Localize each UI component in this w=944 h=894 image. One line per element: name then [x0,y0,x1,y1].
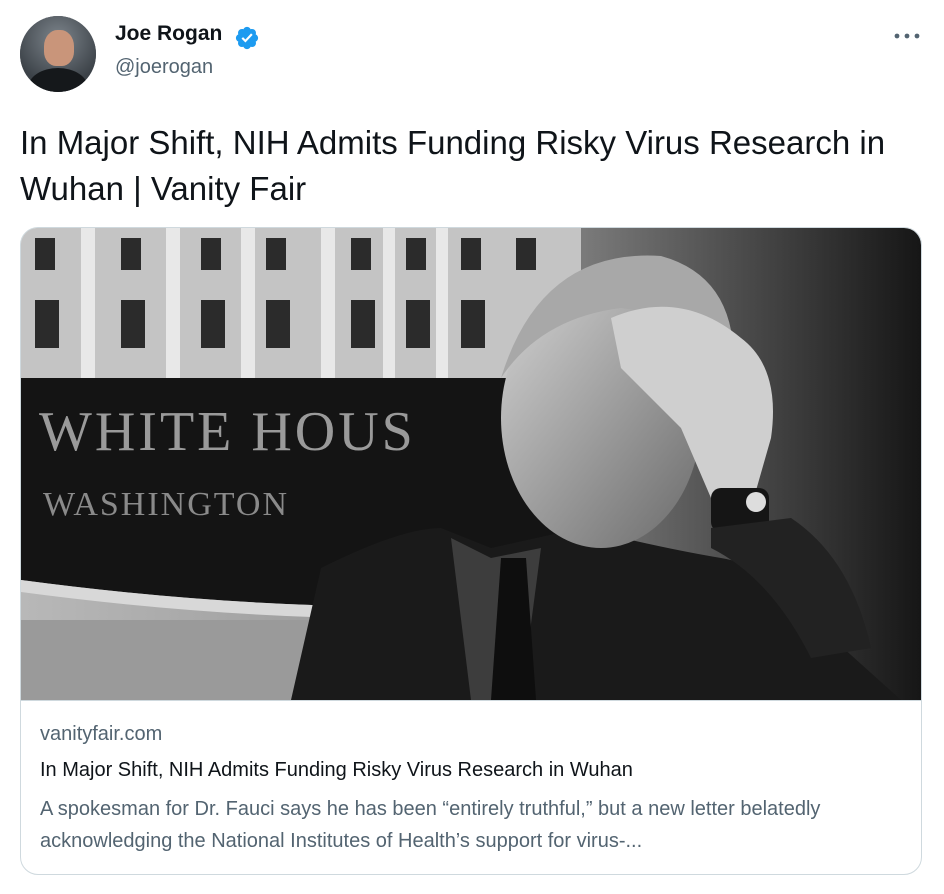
author-name[interactable]: Joe Rogan [115,22,222,46]
sign-text-line2: WASHINGTON [43,486,289,523]
link-preview-card[interactable]: WHITE HOUS WASHINGTON vanityfair.com In … [20,227,922,875]
card-image[interactable]: WHITE HOUS WASHINGTON [21,228,921,700]
author-avatar[interactable] [20,16,96,92]
author-handle[interactable]: @joerogan [115,56,213,79]
more-options-icon[interactable] [892,30,922,42]
sign-text-line1: WHITE HOUS [39,401,416,463]
tweet-text: In Major Shift, NIH Admits Funding Risky… [20,124,886,207]
card-domain[interactable]: vanityfair.com [40,723,162,746]
card-description: A spokesman for Dr. Fauci says he has be… [40,798,821,852]
verified-badge-icon [235,26,259,50]
card-info[interactable]: vanityfair.com In Major Shift, NIH Admit… [21,700,921,874]
card-title[interactable]: In Major Shift, NIH Admits Funding Risky… [40,759,633,782]
